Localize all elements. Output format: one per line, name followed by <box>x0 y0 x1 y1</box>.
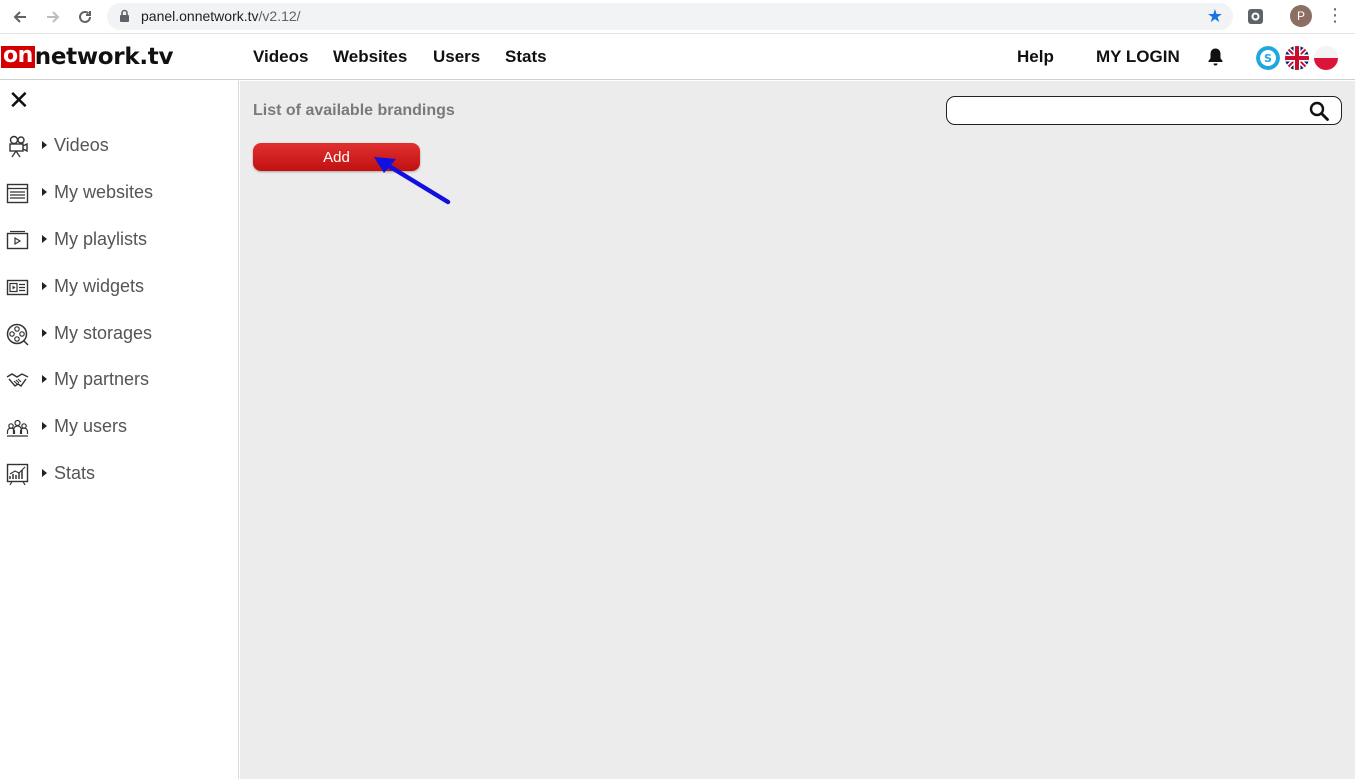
sidebar-item-label: Stats <box>54 463 96 483</box>
back-icon[interactable] <box>9 6 31 28</box>
nav-websites[interactable]: Websites <box>333 47 407 67</box>
sidebar-item-label: Videos <box>54 135 109 155</box>
expand-arrow-icon <box>42 235 47 243</box>
search-icon[interactable] <box>1309 101 1329 121</box>
nav-users[interactable]: Users <box>433 47 480 67</box>
handshake-icon <box>6 373 29 387</box>
extension-icon[interactable] <box>1247 8 1264 25</box>
nav-my-login[interactable]: MY LOGIN <box>1096 47 1180 67</box>
sidebar: ✕ Videos My websites My playlists My wid… <box>0 81 239 779</box>
websites-icon <box>6 183 29 204</box>
expand-arrow-icon <box>42 141 47 149</box>
page-title: List of available brandings <box>253 102 455 119</box>
bookmark-star-icon[interactable]: ★ <box>1207 6 1223 27</box>
poland-flag-icon[interactable] <box>1314 46 1338 70</box>
sidebar-item-my-partners[interactable]: My partners <box>0 365 239 395</box>
expand-arrow-icon <box>42 469 47 477</box>
widget-icon <box>6 279 29 296</box>
bell-icon[interactable] <box>1206 47 1225 67</box>
address-bar[interactable]: panel.onnetwork.tv/v2.12/ ★ <box>107 3 1233 30</box>
svg-text:S: S <box>1264 52 1272 65</box>
browser-menu-icon[interactable]: ⋮ <box>1326 5 1344 26</box>
onnetwork-logo[interactable]: on network.tv <box>1 45 173 69</box>
sidebar-item-stats[interactable]: Stats <box>0 459 239 489</box>
lock-icon <box>120 9 129 22</box>
browser-toolbar: panel.onnetwork.tv/v2.12/ ★ P ⋮ <box>0 0 1355 34</box>
sidebar-item-label: My partners <box>54 369 150 389</box>
search-input[interactable] <box>955 101 1295 120</box>
stats-icon <box>6 463 29 486</box>
nav-help[interactable]: Help <box>1017 47 1054 67</box>
expand-arrow-icon <box>42 422 47 430</box>
expand-arrow-icon <box>42 329 47 337</box>
close-icon[interactable]: ✕ <box>8 87 30 113</box>
top-navigation: on network.tv Videos Websites Users Stats… <box>0 35 1355 80</box>
skype-language-icon[interactable]: S <box>1256 46 1280 70</box>
sidebar-item-my-storages[interactable]: My storages <box>0 319 239 349</box>
sidebar-item-my-playlists[interactable]: My playlists <box>0 225 239 255</box>
annotation-arrow-icon <box>374 157 451 205</box>
playlist-icon <box>6 230 29 250</box>
sidebar-item-label: My websites <box>54 182 154 202</box>
sidebar-item-label: My users <box>54 416 128 436</box>
sidebar-item-label: My widgets <box>54 276 145 296</box>
storage-icon <box>6 323 29 346</box>
film-camera-icon <box>9 135 28 158</box>
nav-videos[interactable]: Videos <box>253 47 308 67</box>
users-icon <box>6 419 29 437</box>
sidebar-item-label: My playlists <box>54 229 148 249</box>
sidebar-item-videos[interactable]: Videos <box>0 131 239 161</box>
sidebar-item-label: My storages <box>54 323 153 343</box>
expand-arrow-icon <box>42 375 47 383</box>
reload-icon[interactable] <box>74 6 96 28</box>
forward-icon[interactable] <box>42 6 64 28</box>
search-box[interactable] <box>946 96 1342 125</box>
nav-stats[interactable]: Stats <box>505 47 547 67</box>
expand-arrow-icon <box>42 188 47 196</box>
url-text: panel.onnetwork.tv/v2.12/ <box>141 8 301 24</box>
profile-avatar[interactable]: P <box>1290 5 1312 27</box>
sidebar-item-my-websites[interactable]: My websites <box>0 178 239 208</box>
sidebar-item-my-users[interactable]: My users <box>0 412 239 442</box>
expand-arrow-icon <box>42 282 47 290</box>
uk-flag-icon[interactable] <box>1285 46 1309 70</box>
sidebar-item-my-widgets[interactable]: My widgets <box>0 272 239 302</box>
